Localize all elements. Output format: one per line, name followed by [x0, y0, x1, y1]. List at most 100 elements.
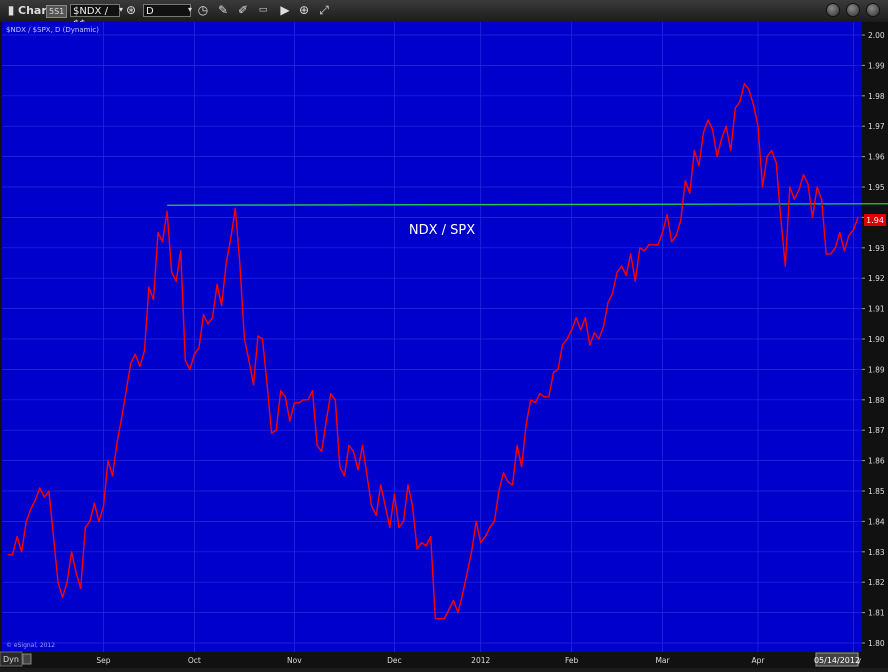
- chart-title: $NDX / $SPX, D (Dynamic): [6, 26, 99, 34]
- data-point: [98, 520, 100, 522]
- date-box-label: 05/14/2012: [814, 656, 860, 665]
- pencil-icon[interactable]: ✎: [216, 3, 230, 17]
- data-point: [448, 609, 450, 611]
- data-point: [793, 198, 796, 200]
- data-point: [675, 235, 677, 237]
- data-point: [161, 241, 164, 243]
- link-icon[interactable]: ⤢: [317, 3, 331, 17]
- close-button[interactable]: [866, 3, 880, 17]
- data-point: [730, 149, 732, 152]
- data-point: [239, 262, 241, 264]
- data-point: [734, 107, 736, 109]
- data-point: [107, 460, 109, 462]
- data-point: [139, 365, 141, 367]
- x-tick-label: 2012: [471, 656, 490, 665]
- minimize-button[interactable]: [826, 3, 840, 17]
- interval-dropdown-icon[interactable]: ▾: [183, 3, 197, 17]
- y-tick-label: 1.84: [868, 517, 885, 526]
- data-point: [571, 329, 573, 331]
- formula-icon[interactable]: ▭: [256, 3, 270, 17]
- data-point: [607, 301, 609, 304]
- data-point: [657, 244, 659, 246]
- data-point: [507, 481, 509, 483]
- y-tick-label: 1.87: [868, 426, 885, 435]
- data-point: [493, 520, 495, 522]
- window-badge: 5S1: [46, 5, 68, 18]
- y-tick-label: 1.91: [868, 305, 885, 314]
- y-tick-label: 1.92: [868, 274, 885, 283]
- ratio-chart[interactable]: 2.00 1.99 1.98 1.97 1.96 1.95 1.94 1.93 1.92 1.91…: [0, 22, 888, 668]
- dyn-label: Dyn: [3, 655, 19, 664]
- axis-settings-icon[interactable]: [22, 653, 32, 665]
- play-icon[interactable]: ▶: [278, 3, 292, 17]
- data-point: [252, 384, 255, 386]
- data-point: [452, 599, 455, 602]
- data-point: [289, 420, 291, 422]
- data-point: [748, 89, 750, 91]
- data-point: [7, 554, 9, 556]
- data-point: [580, 329, 582, 331]
- symbol-input[interactable]: $NDX / $$: [70, 4, 120, 30]
- data-point: [725, 125, 727, 127]
- maximize-button[interactable]: [846, 3, 860, 17]
- data-point: [207, 323, 209, 325]
- data-point: [707, 119, 709, 121]
- data-point: [184, 359, 186, 361]
- data-point: [357, 469, 359, 471]
- data-point: [711, 128, 714, 130]
- data-point: [25, 520, 27, 522]
- data-point: [761, 186, 764, 188]
- y-tick-label: 1.90: [868, 335, 885, 344]
- data-point: [566, 338, 568, 340]
- data-point: [411, 505, 414, 507]
- data-point: [325, 420, 327, 422]
- y-tick-label: 1.99: [868, 61, 885, 70]
- data-point: [489, 526, 491, 529]
- data-point: [216, 283, 218, 285]
- data-point: [398, 526, 400, 529]
- data-point: [361, 444, 364, 446]
- y-tick-label: 1.95: [868, 183, 885, 192]
- data-point: [530, 399, 532, 401]
- data-point: [243, 338, 245, 340]
- data-point: [111, 475, 114, 477]
- symbol-link-icon[interactable]: ⊛: [124, 3, 138, 17]
- brush-icon[interactable]: ✐: [236, 3, 250, 17]
- data-point: [116, 441, 118, 443]
- data-point: [625, 274, 627, 276]
- data-point: [643, 250, 646, 252]
- data-point: [789, 186, 791, 188]
- y-tick-label: 1.82: [868, 578, 885, 587]
- data-point: [193, 353, 195, 355]
- y-tick-label: 1.96: [868, 153, 885, 162]
- data-point: [298, 402, 300, 404]
- data-point: [502, 472, 505, 474]
- data-point: [516, 444, 518, 446]
- x-tick-label: Dec: [387, 656, 402, 665]
- data-point: [89, 520, 91, 522]
- y-tick-label: 1.83: [868, 548, 885, 557]
- x-tick-label: Nov: [287, 656, 302, 665]
- clock-icon[interactable]: ◷: [196, 3, 210, 17]
- data-point: [616, 271, 618, 273]
- y-tick-label: 1.93: [868, 244, 885, 253]
- zoom-icon[interactable]: ⊕: [297, 3, 311, 17]
- data-point: [166, 210, 168, 212]
- data-point: [407, 484, 409, 486]
- data-point: [602, 326, 605, 328]
- data-point: [702, 131, 705, 133]
- data-point: [821, 198, 823, 200]
- data-point: [157, 232, 159, 234]
- data-point: [11, 554, 14, 556]
- data-point: [307, 399, 309, 401]
- data-point: [693, 149, 696, 152]
- data-point: [475, 520, 477, 522]
- data-point: [16, 536, 18, 538]
- data-point: [21, 551, 23, 553]
- data-point: [93, 502, 95, 504]
- data-point: [630, 253, 632, 255]
- data-point: [34, 499, 36, 501]
- y-tick-label: 1.89: [868, 365, 885, 374]
- data-point: [521, 466, 523, 468]
- data-point: [721, 137, 723, 139]
